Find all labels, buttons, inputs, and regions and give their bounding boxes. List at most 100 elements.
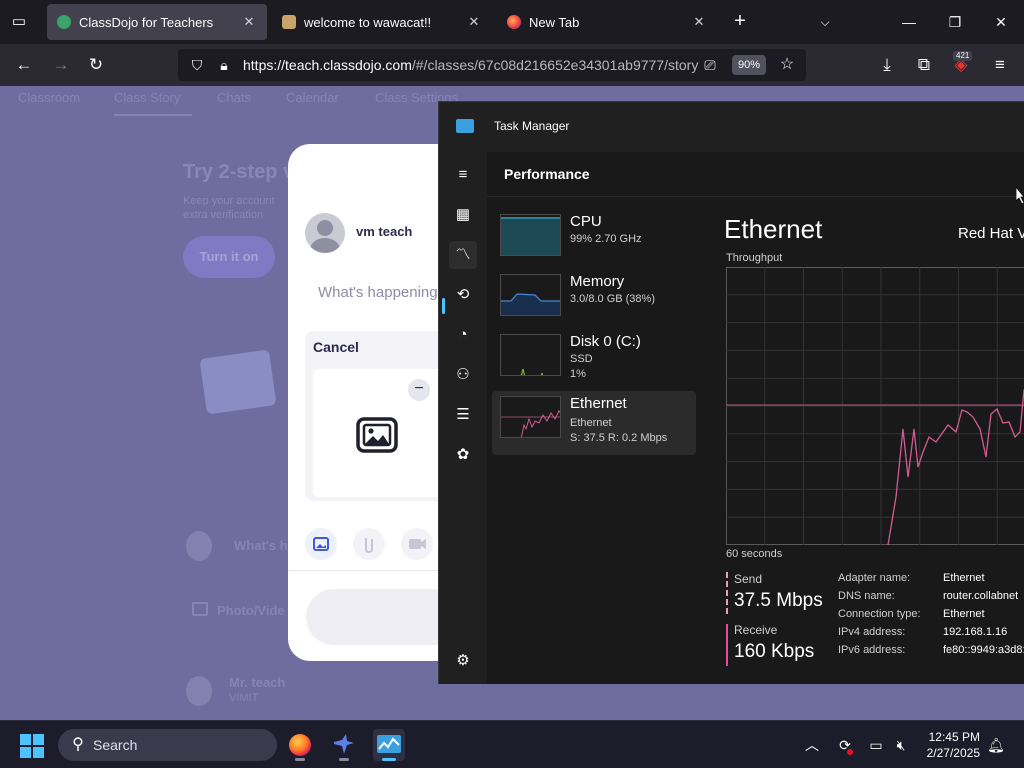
reload-icon[interactable]: ↻ (85, 54, 107, 76)
new-tab-plus-icon[interactable]: + (730, 11, 750, 32)
resource-cpu[interactable]: CPU 99% 2.70 GHz (492, 209, 696, 273)
tab-title: welcome to wawacat!! (304, 14, 432, 30)
avatar (186, 531, 212, 561)
close-icon[interactable]: ✕ (241, 14, 257, 30)
remove-media-button[interactable]: − (408, 379, 430, 401)
windows-taskbar: ⚲ Search ︿ ⟳ ▭ 🔇︎ 12:45 PM 2/27/2025 🔔︎ (0, 720, 1024, 768)
users-icon[interactable]: ⚇ (449, 361, 477, 389)
url-path: /#/classes/67c08d216652e34301ab9777/stor… (411, 57, 699, 73)
send-value: 37.5 Mbps (734, 590, 823, 611)
taskbar-app-bird[interactable] (328, 729, 360, 761)
shield-icon[interactable]: ⛉ (187, 55, 207, 75)
avatar (305, 213, 345, 253)
resource-name: Disk 0 (C:) (570, 333, 641, 350)
two-step-subtext: Keep your account extra verification (183, 194, 275, 222)
receive-color-marker (726, 624, 728, 666)
extensions-puzzle-icon[interactable]: ⧉ (913, 54, 935, 76)
alert-dot (847, 749, 853, 755)
app-running-indicator (339, 758, 349, 761)
disk-mini-graph (500, 334, 561, 376)
bird-app-icon (334, 734, 354, 754)
resource-name: Ethernet (570, 395, 627, 412)
back-arrow-icon[interactable]: ← (13, 54, 35, 76)
window-title: Task Manager (494, 119, 570, 133)
memory-mini-graph (500, 274, 561, 316)
close-icon[interactable]: ✕ (466, 14, 482, 30)
url-bar[interactable]: ⛉ 🔒︎ https://teach.classdojo.com/#/class… (178, 49, 806, 81)
performance-icon[interactable]: 〽 (449, 241, 477, 269)
video-icon (409, 539, 426, 549)
tab-wawacat[interactable]: welcome to wawacat!! ✕ (272, 4, 492, 40)
resource-memory[interactable]: Memory 3.0/8.0 GB (38%) (492, 269, 696, 333)
photo-video-label[interactable]: Photo/Vide (217, 603, 285, 618)
details-icon[interactable]: ☰ (449, 401, 477, 429)
forward-arrow-icon[interactable]: → (50, 54, 72, 76)
photo-icon (313, 537, 329, 551)
mouse-cursor-icon (1016, 187, 1024, 205)
add-video-button[interactable] (401, 528, 433, 560)
app-history-icon[interactable]: ⟲ (449, 281, 477, 309)
paperclip-icon (365, 538, 373, 554)
resource-disk[interactable]: Disk 0 (C:) SSD 1% (492, 329, 696, 393)
close-icon[interactable]: ✕ (691, 14, 707, 30)
tab-classdojo[interactable]: ClassDojo for Teachers ✕ (47, 4, 267, 40)
classdojo-favicon-icon (57, 15, 71, 29)
add-photo-button[interactable] (305, 528, 337, 560)
tab-title: New Tab (529, 14, 580, 30)
lock-icon[interactable]: 🔒︎ (214, 55, 234, 75)
resource-stat: 99% 2.70 GHz (570, 233, 642, 245)
tab-title: ClassDojo for Teachers (79, 14, 214, 30)
browser-nav-bar: ← → ↻ ⛉ 🔒︎ https://teach.classdojo.com/#… (0, 44, 1024, 86)
services-icon[interactable]: ✿ (449, 441, 477, 469)
restore-icon[interactable]: ❐ (943, 10, 967, 34)
task-manager-window: Task Manager ≡ ▦ 〽 ⟲ ◔ ⚇ ☰ ✿ ⚙ Performan… (438, 101, 1024, 684)
author-name: Mr. teach (229, 675, 286, 690)
downloads-icon[interactable]: ⤓ (876, 54, 898, 76)
attach-file-button[interactable] (353, 528, 385, 560)
zoom-level-badge[interactable]: 90% (732, 55, 766, 75)
taskbar-firefox[interactable] (284, 729, 316, 761)
page-tab-classroom[interactable]: Classroom (18, 90, 80, 105)
tab-new-tab[interactable]: New Tab ✕ (497, 4, 717, 40)
resource-ethernet[interactable]: Ethernet Ethernet S: 37.5 R: 0.2 Mbps (492, 391, 696, 455)
hamburger-menu-icon[interactable]: ≡ (449, 161, 477, 189)
taskbar-task-manager[interactable] (373, 729, 405, 761)
post-text-input[interactable]: What's happening (318, 284, 438, 301)
settings-gear-icon[interactable]: ⚙ (449, 647, 477, 675)
startup-apps-icon[interactable]: ◔ (449, 321, 477, 349)
network-icon[interactable]: ▭ (866, 735, 886, 755)
url-text[interactable]: https://teach.classdojo.com/#/classes/67… (243, 57, 698, 73)
processes-icon[interactable]: ▦ (449, 201, 477, 229)
resource-name: Memory (570, 273, 625, 290)
page-tab-calendar[interactable]: Calendar (286, 90, 339, 105)
minimize-icon[interactable]: — (897, 10, 921, 34)
turn-it-on-button[interactable]: Turn it on (183, 236, 275, 278)
bookmark-star-icon[interactable]: ☆ (777, 55, 797, 75)
info-key: DNS name: (838, 590, 895, 602)
hamburger-menu-icon[interactable]: ≡ (989, 54, 1011, 76)
chevron-down-icon[interactable]: ⌵ (815, 12, 835, 32)
taskbar-search-box[interactable]: ⚲ Search (58, 729, 277, 761)
avatar (186, 676, 212, 706)
chevron-up-icon[interactable]: ︿ (802, 735, 822, 755)
clock-date: 2/27/2025 (926, 746, 980, 760)
windows-start-icon[interactable] (20, 734, 44, 758)
info-value: Ethernet (943, 572, 985, 584)
resource-type: Ethernet (570, 417, 612, 429)
firefox-view-icon[interactable]: ▭ (9, 12, 29, 32)
cpu-mini-graph (500, 214, 561, 256)
subtext-line: Keep your account (183, 195, 275, 207)
page-tab-class-story[interactable]: Class Story (114, 90, 180, 105)
task-manager-titlebar[interactable]: Task Manager (439, 102, 1024, 152)
window-close-icon[interactable]: ✕ (989, 10, 1013, 34)
receive-label: Receive (734, 623, 778, 637)
cancel-button[interactable]: Cancel (313, 339, 359, 355)
resource-name: CPU (570, 213, 602, 230)
system-clock[interactable]: 12:45 PM 2/27/2025 (922, 729, 980, 761)
page-tab-chats[interactable]: Chats (217, 90, 251, 105)
feed-placeholder[interactable]: What's h (234, 538, 288, 553)
two-step-heading: Try 2-step v (183, 161, 295, 183)
notification-bell-icon[interactable]: 🔔︎ (986, 735, 1006, 755)
volume-muted-icon[interactable]: 🔇︎ (891, 735, 911, 755)
reader-view-icon[interactable]: ⎚ (700, 55, 720, 75)
